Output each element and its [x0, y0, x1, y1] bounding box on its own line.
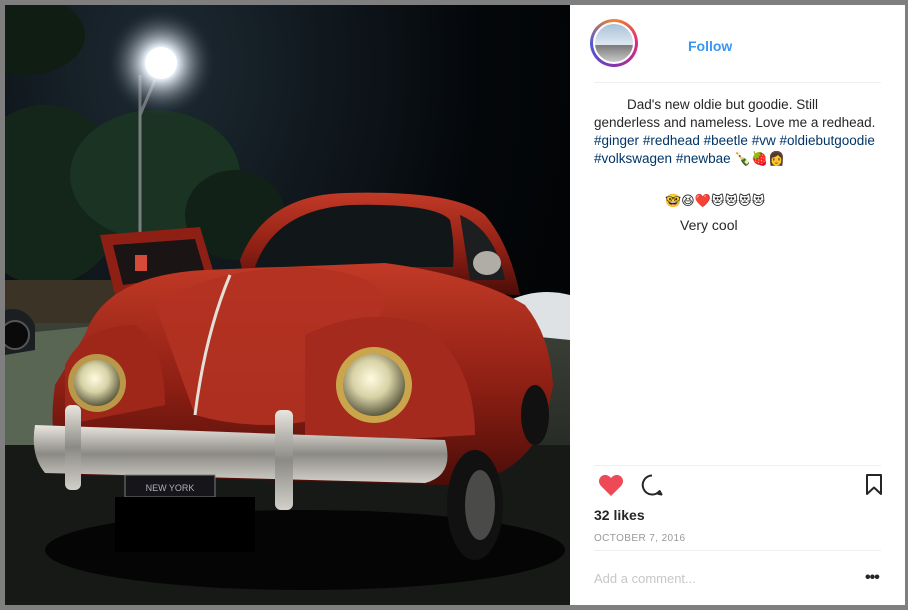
avatar-image	[593, 22, 635, 64]
post-caption: Dad's new oldie but goodie. Still gender…	[594, 96, 884, 168]
post-side-panel: Follow Dad's new oldie but goodie. Still…	[570, 5, 905, 605]
avatar[interactable]	[590, 19, 638, 67]
hashtag-link[interactable]: #beetle	[704, 133, 748, 148]
comment-text: 🤓😆❤️😻😻😻😻	[665, 193, 766, 208]
likes-count[interactable]: 32 likes	[594, 507, 645, 523]
header-divider	[594, 82, 881, 83]
hashtag-link[interactable]: #ginger	[594, 133, 639, 148]
post-actions	[592, 473, 884, 505]
comment-text: Very cool	[680, 217, 738, 233]
post-modal: NEW YORK Follow Dad's new oldie but good…	[5, 5, 905, 605]
post-date: OCTOBER 7, 2016	[594, 533, 686, 544]
follow-button[interactable]: Follow	[688, 38, 732, 54]
hashtag-link[interactable]: #newbae	[676, 151, 731, 166]
post-header: Follow	[570, 5, 905, 85]
comment-input[interactable]: Add a comment...	[594, 571, 696, 586]
more-options-button[interactable]: •••	[865, 569, 880, 587]
save-button[interactable]	[864, 473, 884, 502]
hashtag-link[interactable]: #volkswagen	[594, 151, 672, 166]
bookmark-icon	[866, 474, 882, 495]
like-button[interactable]	[598, 473, 624, 502]
caption-text: Dad's new oldie but goodie. Still gender…	[594, 97, 876, 130]
post-photo[interactable]: NEW YORK	[5, 5, 570, 605]
comment-item: 🤓😆❤️😻😻😻😻	[665, 193, 765, 209]
comment-button[interactable]	[640, 473, 664, 502]
hashtag-link[interactable]: #redhead	[643, 133, 700, 148]
hashtag-link[interactable]: #vw	[752, 133, 776, 148]
actions-divider	[594, 465, 881, 466]
comment-item: Very cool	[680, 217, 738, 233]
heart-icon	[599, 474, 623, 496]
car-photo-illustration: NEW YORK	[5, 5, 570, 605]
license-plate-text: NEW YORK	[146, 483, 195, 493]
comment-bubble-icon	[641, 474, 663, 496]
caption-emoji: 🍾🍓👩	[734, 151, 785, 166]
hashtag-link[interactable]: #oldiebutgoodie	[779, 133, 874, 148]
comment-divider	[594, 550, 881, 551]
